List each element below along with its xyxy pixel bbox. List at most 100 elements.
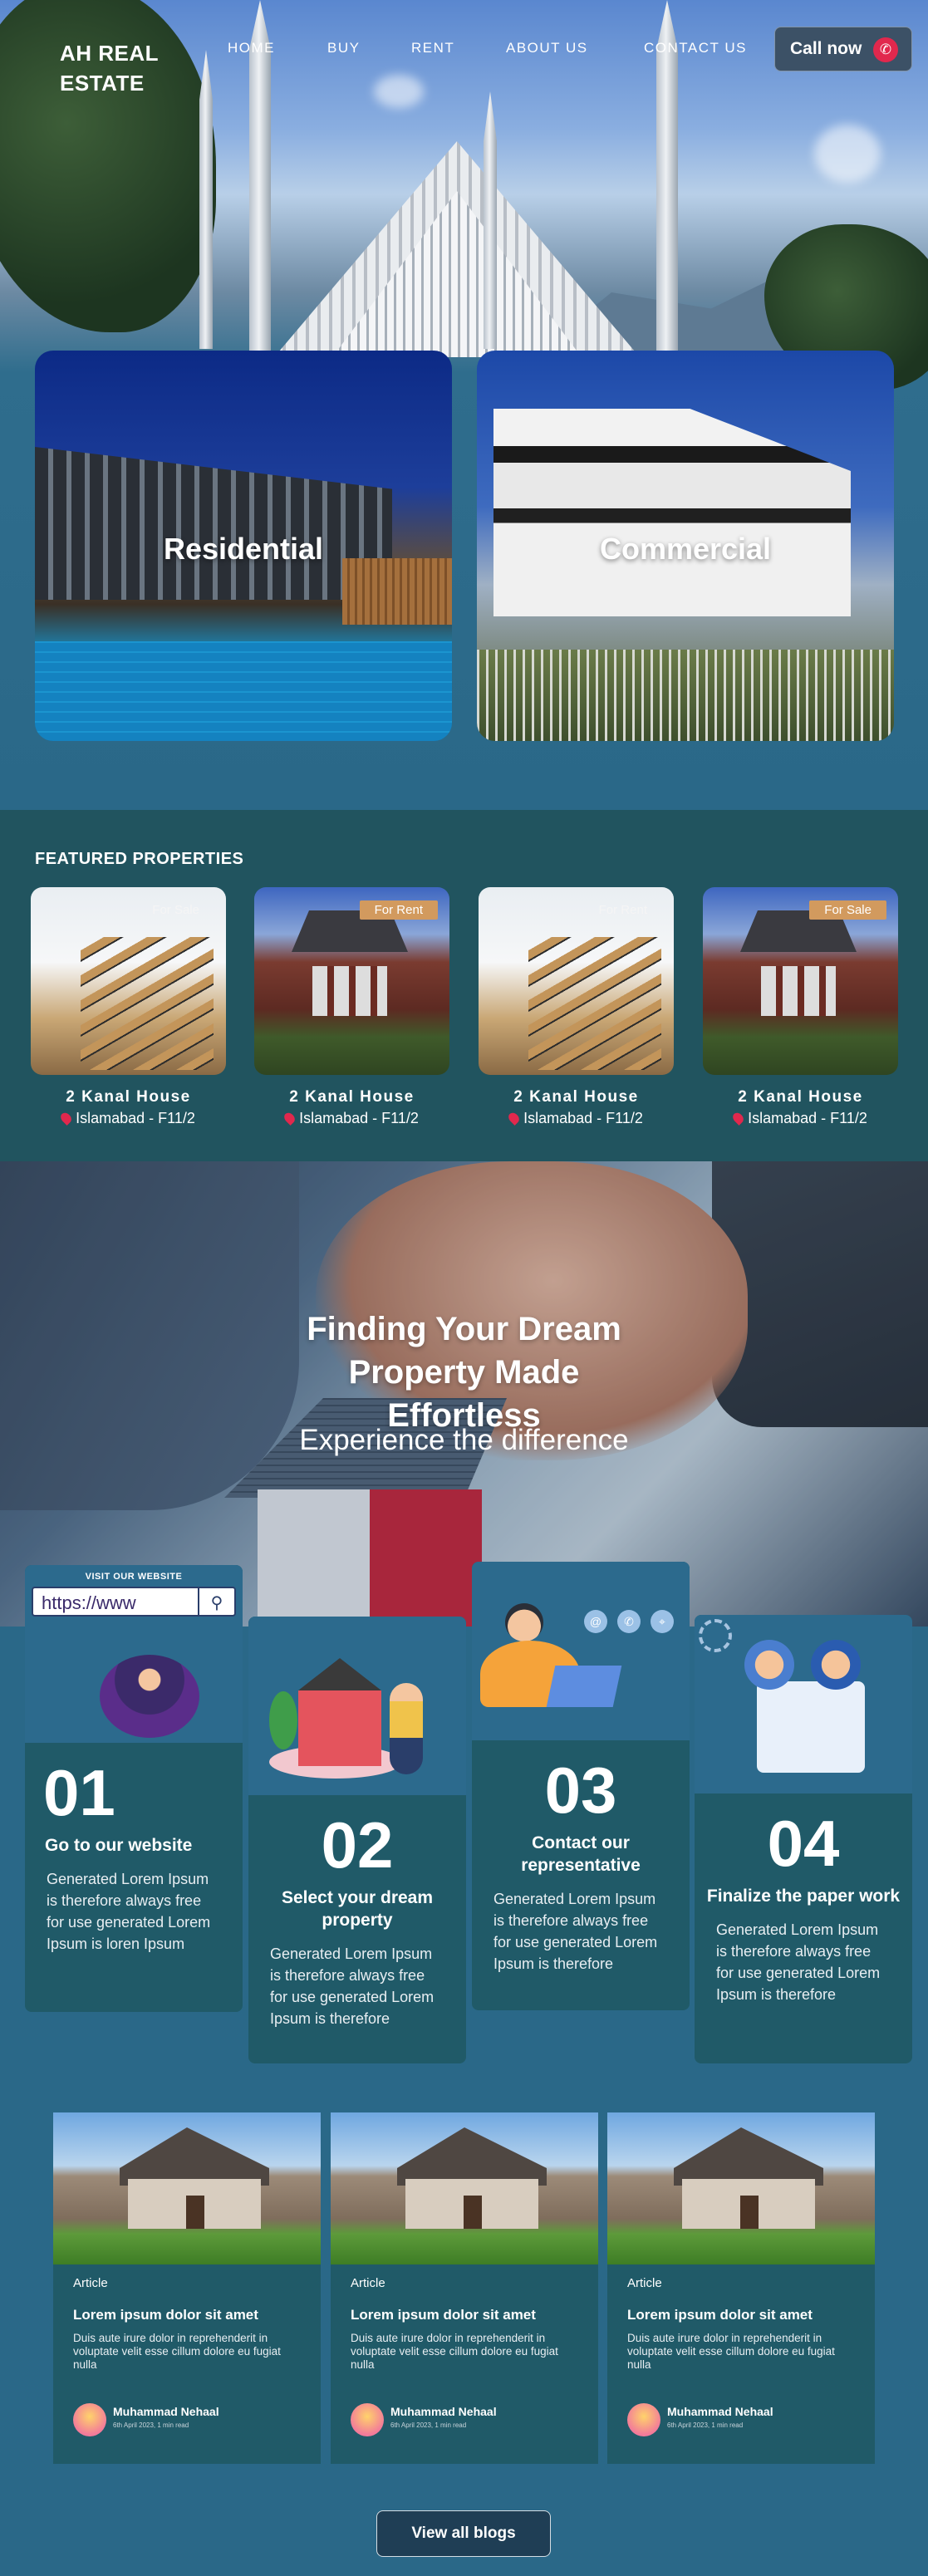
call-now-label: Call now	[790, 39, 862, 58]
tree-illustration	[269, 1691, 297, 1749]
person-with-laptop-illustration	[100, 1655, 199, 1738]
blog-category: Article	[73, 2276, 108, 2290]
fence	[477, 650, 894, 741]
laptop-illustration	[546, 1666, 622, 1707]
status-badge: For Sale	[152, 903, 199, 917]
status-badge: For Sale	[809, 900, 886, 920]
author-name: Muhammad Nehaal	[113, 2405, 219, 2418]
property-card[interactable]: For Rent 2 Kanal House Islamabad - F11/2	[254, 887, 449, 1127]
blog-title: Lorem ipsum dolor sit amet	[627, 2307, 813, 2323]
nav-about[interactable]: ABOUT US	[506, 40, 588, 56]
property-card[interactable]: For Sale 2 Kanal House Islamabad - F11/2	[31, 887, 226, 1127]
step-card-02: 02 Select your dream property Generated …	[248, 1617, 466, 2063]
blog-photo	[607, 2112, 875, 2264]
search-icon: ⚲	[198, 1588, 234, 1615]
location-text: Islamabad - F11/2	[523, 1110, 643, 1126]
person-illustration	[811, 1640, 861, 1690]
step-card-01: VISIT OUR WEBSITE https://www ⚲ 01 Go to …	[25, 1565, 243, 2012]
document-illustration	[757, 1681, 865, 1773]
building-photo	[493, 409, 851, 616]
step-title: Select your dream property	[281, 1888, 434, 1930]
gear-icon	[699, 1619, 732, 1652]
residential-label: Residential	[163, 532, 324, 566]
property-card[interactable]: For Sale 2 Kanal House Islamabad - F11/2	[703, 887, 898, 1127]
url-bar: https://www ⚲	[32, 1587, 236, 1617]
step-card-04: 04 Finalize the paper work Generated Lor…	[695, 1615, 912, 2063]
location-icon: ⌖	[651, 1610, 674, 1633]
step-title: Finalize the paper work	[706, 1887, 901, 1906]
blog-category: Article	[627, 2276, 662, 2290]
wood-panel	[342, 558, 452, 625]
property-location: Islamabad - F11/2	[703, 1110, 898, 1127]
author-name: Muhammad Nehaal	[390, 2405, 497, 2418]
blog-card[interactable]: Article Lorem ipsum dolor sit amet Duis …	[53, 2112, 321, 2464]
person-illustration	[744, 1640, 794, 1690]
blog-card[interactable]: Article Lorem ipsum dolor sit amet Duis …	[331, 2112, 598, 2464]
blog-category: Article	[351, 2276, 385, 2290]
step-number: 04	[767, 1807, 840, 1880]
door	[740, 2196, 759, 2229]
status-badge: For Rent	[359, 900, 438, 920]
property-title: 2 Kanal House	[289, 1088, 415, 1106]
step-card-03: @ ✆ ⌖ 03 Contact our representative Gene…	[472, 1562, 690, 2010]
location-pin-icon	[730, 1111, 746, 1126]
location-pin-icon	[506, 1111, 522, 1126]
call-now-button[interactable]: Call now ✆	[774, 27, 912, 71]
blog-excerpt: Duis aute irure dolor in reprehenderit i…	[351, 2332, 558, 2371]
minaret	[656, 50, 678, 357]
step-number: 01	[43, 1756, 115, 1829]
step-illustration	[248, 1617, 466, 1795]
status-badge: For Rent	[598, 903, 647, 917]
house-illustration	[298, 1658, 381, 1766]
commercial-card[interactable]: Commercial	[477, 351, 894, 741]
blog-excerpt: Duis aute irure dolor in reprehenderit i…	[627, 2332, 835, 2371]
nav-rent[interactable]: RENT	[411, 40, 454, 56]
url-text: https://www	[42, 1592, 136, 1613]
property-photo: For Rent	[479, 887, 674, 1075]
step-description: Generated Lorem Ipsum is therefore alway…	[716, 1921, 881, 2003]
step-description: Generated Lorem Ipsum is therefore alway…	[270, 1945, 435, 2027]
banner-subheading: Experience the difference	[299, 1424, 629, 1456]
location-text: Islamabad - F11/2	[299, 1110, 419, 1126]
windows	[761, 966, 836, 1016]
view-all-blogs-button[interactable]: View all blogs	[376, 2510, 551, 2557]
property-title: 2 Kanal House	[738, 1088, 863, 1106]
roof	[674, 2127, 823, 2186]
property-title: 2 Kanal House	[513, 1088, 639, 1106]
step-title: Contact our representative	[521, 1833, 641, 1875]
pool	[35, 641, 452, 741]
roof	[397, 2127, 547, 2186]
minaret	[249, 50, 271, 357]
staircase	[528, 937, 661, 1070]
residential-card[interactable]: Residential	[35, 351, 452, 741]
roof	[120, 2127, 269, 2186]
step-illustration	[695, 1615, 912, 1793]
blog-photo	[53, 2112, 321, 2264]
nav-buy[interactable]: BUY	[327, 40, 360, 56]
avatar	[73, 2403, 106, 2436]
property-photo: For Rent	[254, 887, 449, 1075]
email-icon: @	[584, 1610, 607, 1633]
commercial-label: Commercial	[599, 532, 772, 566]
person-head-illustration	[505, 1603, 543, 1641]
post-meta: 6th April 2023, 1 min read	[113, 2421, 189, 2429]
cloud	[814, 125, 881, 183]
featured-heading: FEATURED PROPERTIES	[35, 850, 244, 868]
location-pin-icon	[58, 1111, 74, 1126]
nav-contact[interactable]: CONTACT US	[644, 40, 747, 56]
windows	[312, 966, 387, 1016]
location-pin-icon	[282, 1111, 297, 1126]
property-photo: For Sale	[703, 887, 898, 1075]
blog-card[interactable]: Article Lorem ipsum dolor sit amet Duis …	[607, 2112, 875, 2464]
site-logo[interactable]: AH REAL ESTATE	[60, 38, 193, 98]
step-description: Generated Lorem Ipsum is therefore alway…	[47, 1871, 211, 1952]
nav-home[interactable]: HOME	[228, 40, 275, 56]
phone-icon: ✆	[617, 1610, 641, 1633]
step-illustration: VISIT OUR WEBSITE https://www ⚲	[25, 1565, 243, 1743]
property-card[interactable]: For Rent 2 Kanal House Islamabad - F11/2	[479, 887, 674, 1127]
property-location: Islamabad - F11/2	[479, 1110, 674, 1127]
step-number: 03	[544, 1754, 617, 1827]
step-title: Go to our website	[45, 1836, 193, 1855]
location-text: Islamabad - F11/2	[748, 1110, 867, 1126]
browser-caption: VISIT OUR WEBSITE	[85, 1572, 183, 1582]
